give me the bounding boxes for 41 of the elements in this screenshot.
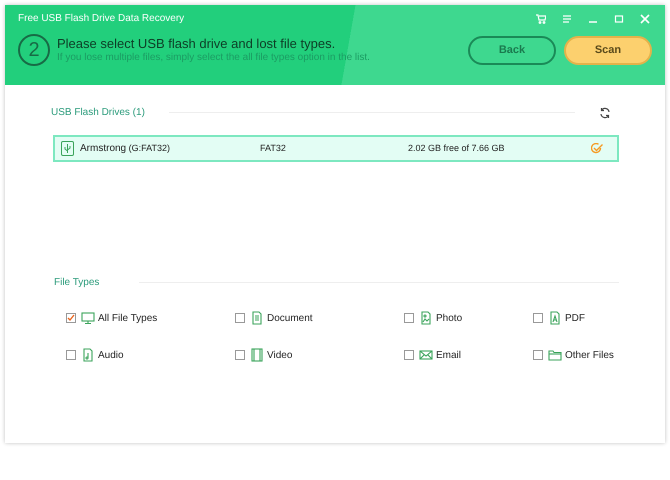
step-number: 2 — [18, 34, 50, 66]
section-title: File Types — [54, 276, 100, 290]
close-icon[interactable] — [640, 14, 650, 24]
pdf-icon — [548, 311, 562, 325]
document-icon — [250, 311, 264, 325]
folder-icon — [548, 348, 562, 362]
file-type-option[interactable]: Audio — [66, 347, 235, 363]
maximize-icon[interactable] — [614, 14, 624, 24]
file-type-option[interactable]: Photo — [404, 310, 533, 326]
drive-space: 2.02 GB free of 7.66 GB — [408, 142, 505, 155]
drive-row[interactable]: Armstrong (G:FAT32) FAT32 2.02 GB free of 7.66 GB — [53, 135, 619, 162]
video-icon — [250, 348, 264, 362]
usb-icon — [61, 141, 74, 156]
cart-icon[interactable] — [536, 14, 546, 24]
file-type-option[interactable]: All File Types — [66, 310, 235, 326]
checkbox[interactable] — [235, 350, 245, 360]
file-type-option[interactable]: Other Files — [533, 347, 653, 363]
file-type-option[interactable]: PDF — [533, 310, 653, 326]
file-type-option[interactable]: Video — [235, 347, 404, 363]
menu-icon[interactable] — [562, 14, 572, 24]
photo-icon — [419, 311, 433, 325]
scan-button[interactable]: Scan — [564, 36, 652, 64]
file-system: FAT32 — [260, 142, 287, 155]
checkbox[interactable] — [404, 313, 414, 323]
audio-icon — [81, 348, 95, 362]
checkbox[interactable] — [66, 350, 76, 360]
window-title: Free USB Flash Drive Data Recovery — [18, 12, 184, 26]
checkbox[interactable] — [235, 313, 245, 323]
step-heading: Please select USB flash drive and lost file types. — [57, 36, 336, 52]
monitor-icon — [81, 311, 95, 325]
checkbox[interactable] — [66, 313, 76, 323]
file-type-option[interactable]: Document — [235, 310, 404, 326]
check-icon — [591, 143, 603, 154]
checkbox[interactable] — [533, 313, 543, 323]
drive-name: Armstrong (G:FAT32) — [80, 142, 171, 156]
checkbox[interactable] — [404, 350, 414, 360]
file-type-option[interactable]: Email — [404, 347, 533, 363]
section-title: USB Flash Drives (1) — [51, 106, 145, 120]
refresh-icon[interactable] — [599, 106, 611, 118]
envelope-icon — [419, 348, 433, 362]
checkbox[interactable] — [533, 350, 543, 360]
